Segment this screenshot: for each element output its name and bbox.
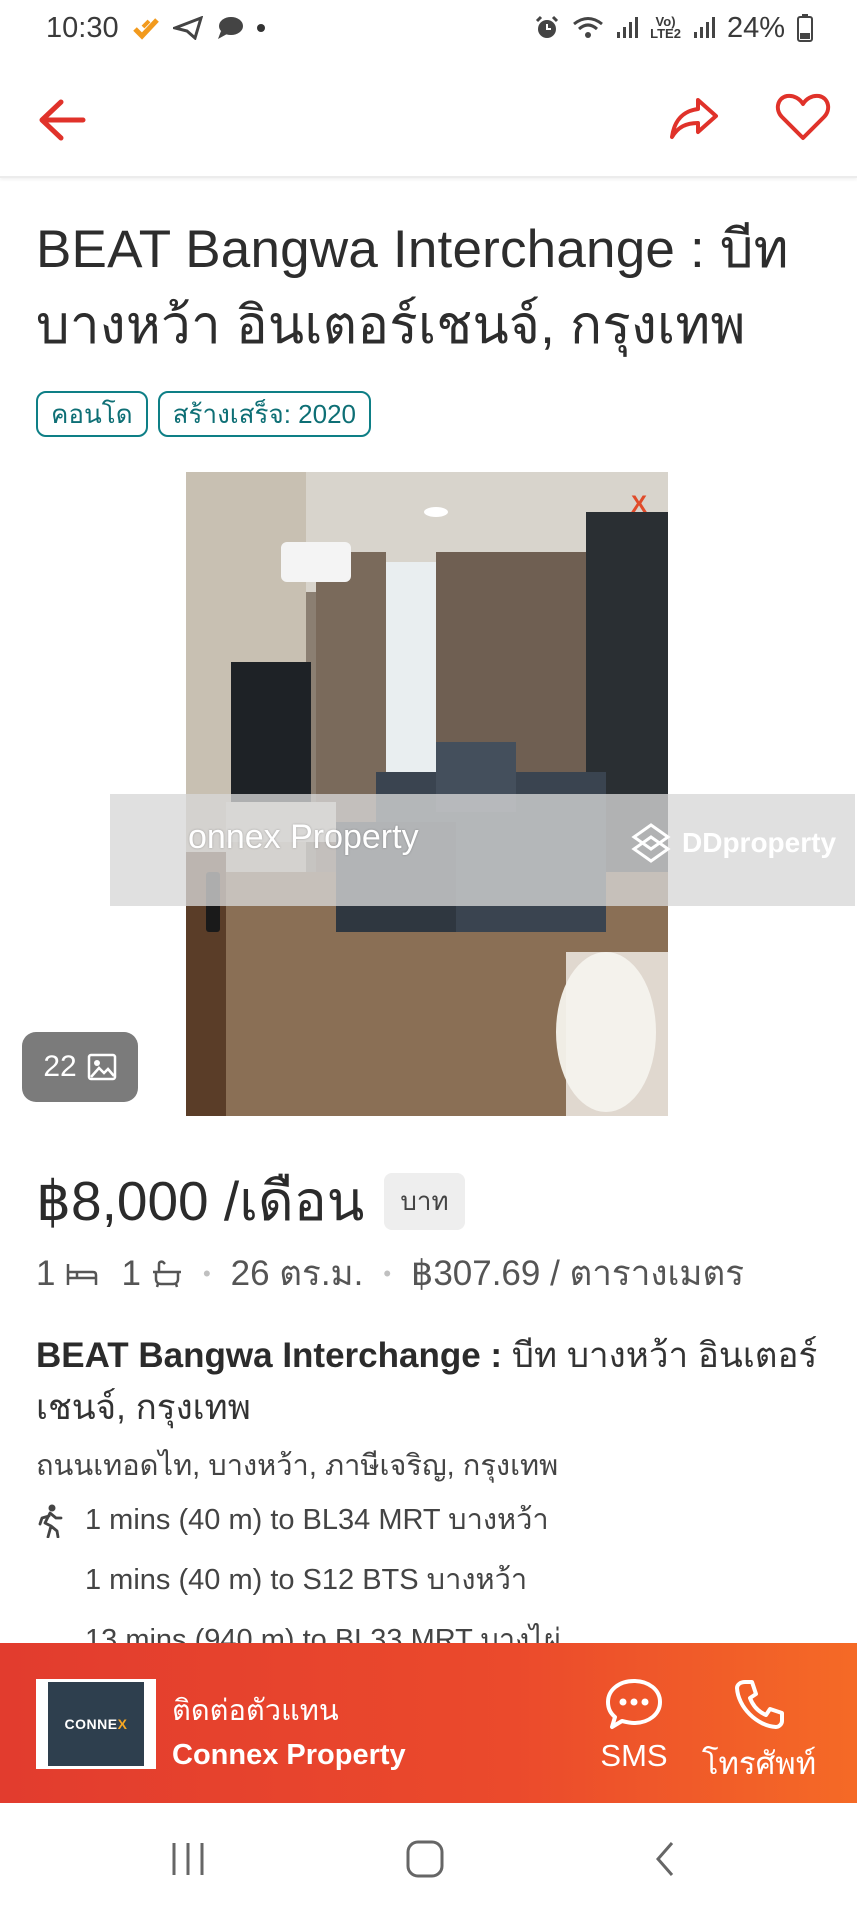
price: ฿8,000 /เดือน xyxy=(36,1170,365,1232)
nav-back-button[interactable] xyxy=(650,1839,680,1879)
transit-item: 1 mins (40 m) to S12 BTS บางหว้า xyxy=(36,1556,826,1616)
system-nav-bar xyxy=(0,1803,857,1911)
share-icon xyxy=(670,98,718,139)
watermark-brand-text: DDproperty xyxy=(682,827,837,858)
spec-separator: • xyxy=(202,1260,211,1286)
back-button[interactable] xyxy=(34,92,90,148)
network-type-label: Vo) LTE2 xyxy=(650,14,681,41)
agent-name: Connex Property xyxy=(172,1739,406,1771)
watermark-agent-text: onnex Property xyxy=(188,818,419,856)
transit-text: 1 mins (40 m) to S12 BTS บางหว้า xyxy=(85,1564,528,1596)
call-button[interactable]: โทรศัพท์ xyxy=(694,1677,824,1788)
currency-badge[interactable]: บาท xyxy=(384,1173,465,1230)
favorite-button[interactable] xyxy=(772,86,834,148)
share-button[interactable] xyxy=(664,88,724,148)
battery-icon xyxy=(797,14,813,42)
tag-property-type: คอนโด xyxy=(36,391,148,437)
chat-notification-icon xyxy=(215,15,245,41)
tag-completion-year: สร้างเสร็จ: 2020 xyxy=(157,391,372,437)
wifi-icon xyxy=(572,15,604,41)
listing-specs: 1 1 • 26 ตร.ม. • ฿307.69 / ตารางเมตร xyxy=(36,1246,744,1301)
photo-count: 22 xyxy=(43,1050,77,1083)
listing-title: BEAT Bangwa Interchange : บีท บางหว้า อิ… xyxy=(36,220,789,355)
home-button[interactable] xyxy=(404,1839,448,1879)
image-icon xyxy=(87,1053,116,1081)
home-icon xyxy=(406,1840,444,1878)
sms-icon xyxy=(606,1679,662,1729)
price-row: ฿8,000 /เดือน บาท xyxy=(36,1158,465,1245)
send-notification-icon xyxy=(172,16,203,40)
ddproperty-logo-icon xyxy=(631,823,671,863)
arrow-left-icon xyxy=(39,99,86,141)
agent-logo[interactable]: CONNE X xyxy=(36,1679,156,1769)
floor-area: 26 ตร.ม. xyxy=(230,1254,364,1293)
heart-icon xyxy=(775,93,831,140)
bath-icon xyxy=(152,1259,181,1287)
status-bar-left: 10:30 xyxy=(46,12,265,45)
app-notification-icon xyxy=(131,15,161,41)
sms-button[interactable]: SMS xyxy=(594,1677,674,1774)
walking-icon xyxy=(38,1504,63,1538)
status-bar-right: Vo) LTE2 24% xyxy=(534,12,813,45)
bedroom-count: 1 xyxy=(36,1253,56,1293)
more-notifications-icon xyxy=(256,24,265,32)
price-per-area: ฿307.69 / ตารางเมตร xyxy=(411,1254,745,1293)
app-header xyxy=(0,56,857,178)
nav-back-icon xyxy=(656,1842,674,1876)
status-bar: 10:30 Vo) LTE2 24% xyxy=(0,0,857,56)
project-name: BEAT Bangwa Interchange : xyxy=(36,1336,503,1375)
signal-icon xyxy=(616,17,639,39)
call-label: โทรศัพท์ xyxy=(701,1746,817,1781)
spec-separator: • xyxy=(383,1260,392,1286)
project-address: ถนนเทอดไท, บางหว้า, ภาษีเจริญ, กรุงเทพ xyxy=(36,1450,559,1482)
photo-gallery[interactable]: X onnex Property DDproperty 22 xyxy=(0,472,857,1116)
agent-logo-text: CONNE xyxy=(64,1716,118,1732)
recents-button[interactable] xyxy=(168,1839,208,1879)
phone-icon xyxy=(735,1680,784,1729)
status-time: 10:30 xyxy=(46,11,119,44)
contact-agent-label: ติดต่อตัวแทน xyxy=(172,1695,339,1727)
transit-text: 1 mins (40 m) to BL34 MRT บางหว้า xyxy=(85,1504,549,1536)
agent-logo-accent: X xyxy=(117,1716,128,1732)
transit-item: 1 mins (40 m) to BL34 MRT บางหว้า xyxy=(36,1496,826,1556)
bed-icon xyxy=(67,1263,98,1285)
battery-level: 24% xyxy=(726,11,785,44)
project-title: BEAT Bangwa Interchange : บีท บางหว้า อิ… xyxy=(36,1330,826,1434)
svg-text:X: X xyxy=(631,491,647,518)
watermark-brand: DDproperty xyxy=(630,822,836,864)
alarm-icon xyxy=(534,15,560,41)
recents-icon xyxy=(172,1843,204,1875)
listing-tags: คอนโด สร้างเสร็จ: 2020 xyxy=(36,391,372,437)
agent-contact-bar: CONNE X ติดต่อตัวแทน Connex Property SMS … xyxy=(0,1643,857,1803)
signal-2-icon xyxy=(693,17,715,39)
sms-label: SMS xyxy=(600,1738,668,1773)
bathroom-count: 1 xyxy=(121,1253,141,1293)
agent-info[interactable]: ติดต่อตัวแทน Connex Property xyxy=(172,1687,406,1772)
photo-count-button[interactable]: 22 xyxy=(22,1032,138,1102)
